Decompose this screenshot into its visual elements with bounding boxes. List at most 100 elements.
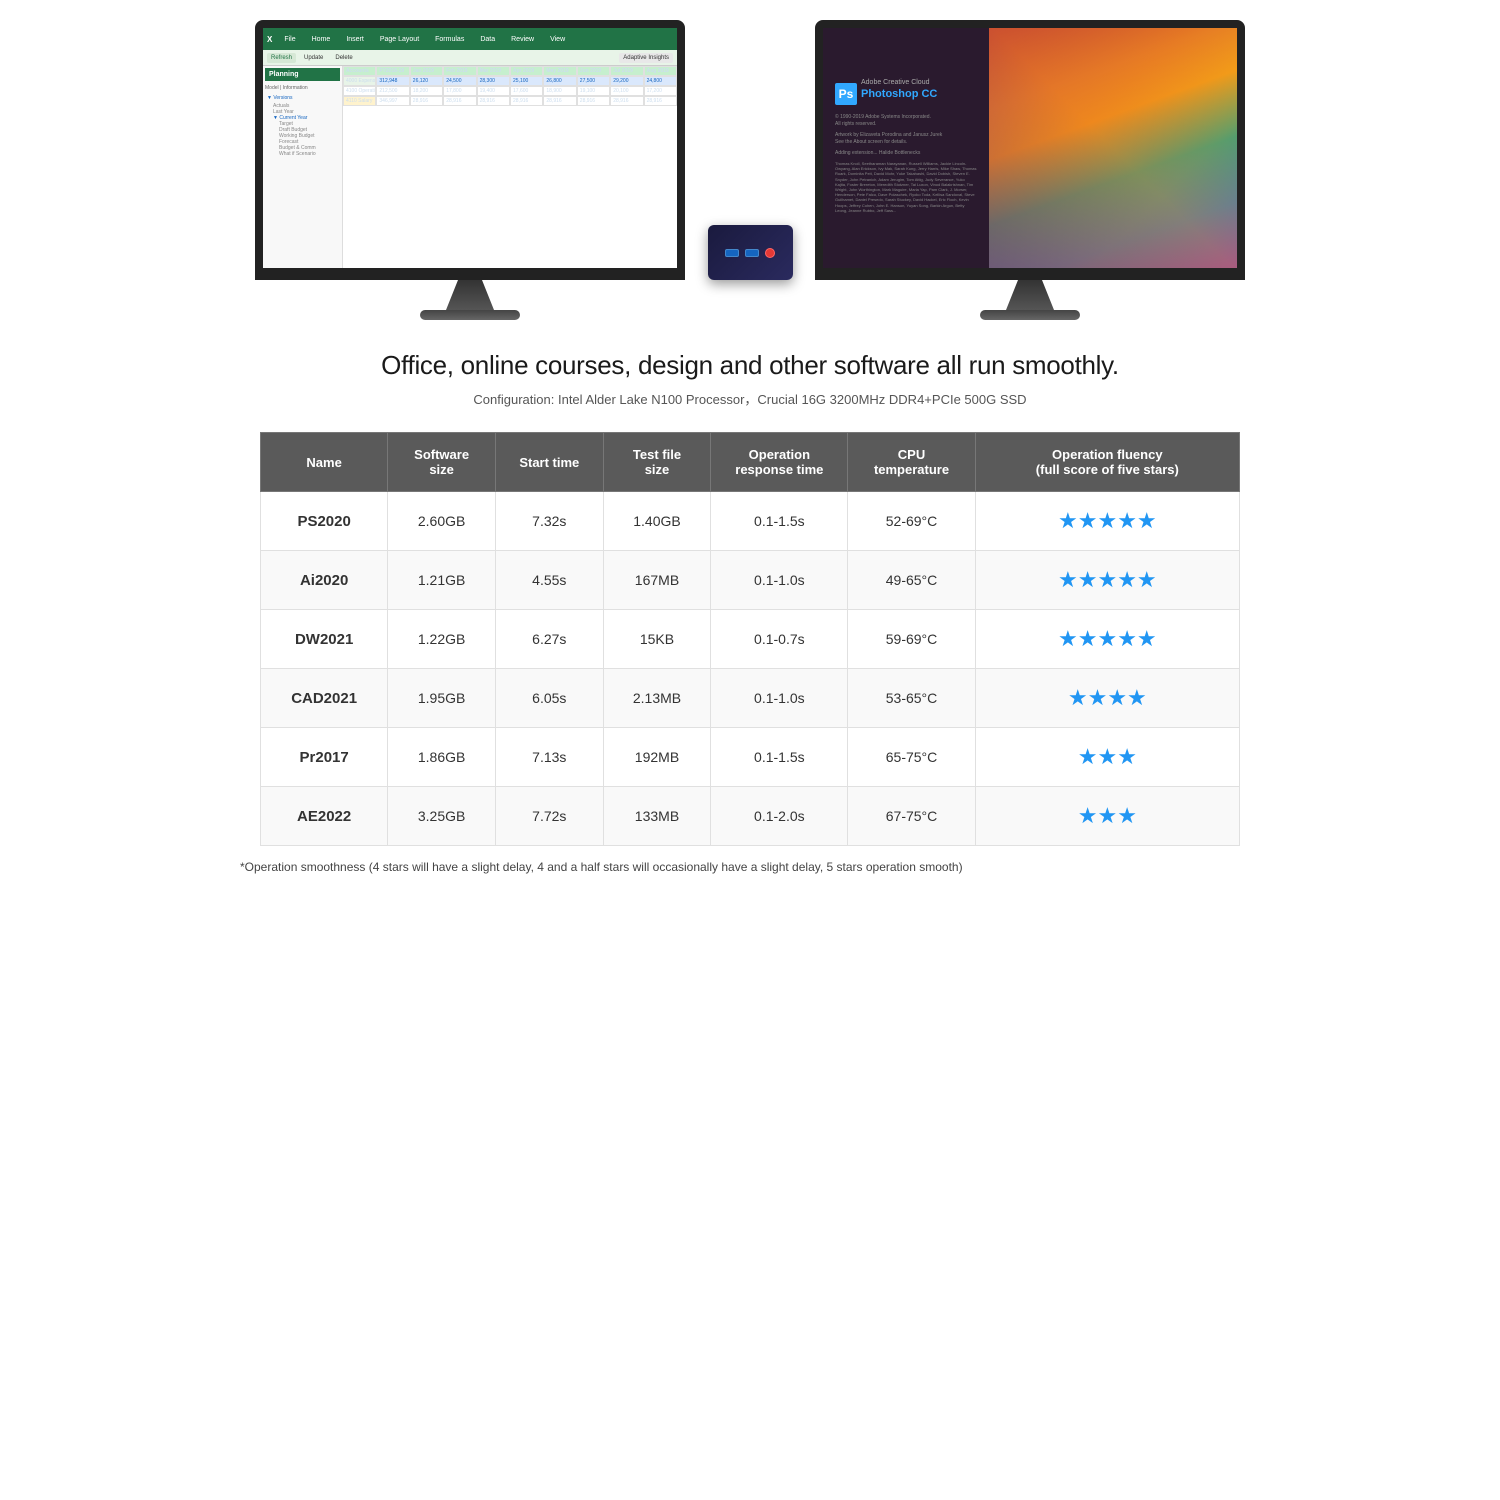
cell-software-size: 1.22GB bbox=[388, 610, 496, 669]
cell-r1c5: 28,300 bbox=[477, 76, 510, 86]
left-monitor-screen: X File Home Insert Page Layout Formulas … bbox=[255, 20, 685, 280]
th-test-file: Test filesize bbox=[603, 433, 711, 492]
table-row: Ai2020 1.21GB 4.55s 167MB 0.1-1.0s 49-65… bbox=[261, 551, 1240, 610]
cell-r1c2: 312,948 bbox=[376, 76, 409, 86]
ps-left-panel: Ps Adobe Creative Cloud Photoshop CC © 1… bbox=[823, 28, 989, 268]
ps-artwork: Artwork by Elizaveta Porodina and Janusz… bbox=[835, 132, 977, 146]
table-row: AE2022 3.25GB 7.72s 133MB 0.1-2.0s 67-75… bbox=[261, 787, 1240, 846]
cell-r2c2: 212,500 bbox=[376, 86, 409, 96]
ps-image-overlay bbox=[989, 28, 1237, 268]
excel-tab-review: Review bbox=[507, 34, 538, 45]
left-monitor-base bbox=[420, 310, 520, 320]
cell-r2c9: 20,100 bbox=[610, 86, 643, 96]
star-full: ★ bbox=[1088, 685, 1108, 710]
cell-h9: Jul 2019 bbox=[610, 66, 643, 76]
star-full: ★ bbox=[1078, 803, 1098, 828]
power-button bbox=[765, 248, 775, 258]
star-full: ★ bbox=[1117, 626, 1137, 651]
star-full: ★ bbox=[1127, 685, 1147, 710]
star-full: ★ bbox=[1117, 567, 1137, 592]
excel-tab-file: File bbox=[280, 34, 299, 45]
cell-r3c3: 28,916 bbox=[410, 96, 443, 106]
excel-main: Accounts FY2018-19 Jan 2019 Feb 2019 Mar… bbox=[343, 66, 677, 268]
cell-op-response: 0.1-1.5s bbox=[711, 728, 848, 787]
sidebar-what-if: What if Scenario bbox=[265, 151, 340, 157]
cell-cpu-temp: 65-75°C bbox=[848, 728, 975, 787]
cell-r2c10: 17,200 bbox=[644, 86, 677, 96]
cell-h6: Apr 2019 bbox=[510, 66, 543, 76]
cell-name: AE2022 bbox=[261, 787, 388, 846]
adobe-logo-area: Ps Adobe Creative Cloud Photoshop CC bbox=[835, 79, 977, 108]
cell-r2c5: 19,400 bbox=[477, 86, 510, 96]
cell-r3c7: 28,916 bbox=[543, 96, 576, 106]
table-wrapper: Name Softwaresize Start time Test filesi… bbox=[220, 432, 1280, 846]
mini-pc-body bbox=[708, 225, 793, 280]
cell-test-file: 15KB bbox=[603, 610, 711, 669]
cell-test-file: 167MB bbox=[603, 551, 711, 610]
cell-r2c6: 17,600 bbox=[510, 86, 543, 96]
cell-h10: Aug 2019 bbox=[644, 66, 677, 76]
excel-tab-view: View bbox=[546, 34, 569, 45]
cell-name: Pr2017 bbox=[261, 728, 388, 787]
cell-h1: Accounts bbox=[343, 66, 376, 76]
table-row: PS2020 2.60GB 7.32s 1.40GB 0.1-1.5s 52-6… bbox=[261, 492, 1240, 551]
cell-r3c6: 28,916 bbox=[510, 96, 543, 106]
star-full: ★ bbox=[1107, 685, 1127, 710]
adobe-text: Adobe Creative Cloud Photoshop CC bbox=[861, 79, 937, 108]
cell-software-size: 1.21GB bbox=[388, 551, 496, 610]
cell-stars: ★★★★★ bbox=[975, 551, 1239, 610]
table-row: DW2021 1.22GB 6.27s 15KB 0.1-0.7s 59-69°… bbox=[261, 610, 1240, 669]
star-full: ★ bbox=[1117, 803, 1137, 828]
star-full: ★ bbox=[1117, 508, 1137, 533]
cell-r3c10: 28,916 bbox=[644, 96, 677, 106]
cell-software-size: 1.86GB bbox=[388, 728, 496, 787]
cell-r2c1: 4100 Operating bbox=[343, 86, 376, 96]
cell-h4: Feb 2019 bbox=[443, 66, 476, 76]
cell-r1c10: 24,800 bbox=[644, 76, 677, 86]
excel-grid: Accounts FY2018-19 Jan 2019 Feb 2019 Mar… bbox=[343, 66, 677, 106]
cell-op-response: 0.1-1.0s bbox=[711, 551, 848, 610]
cell-h8: Jun 2019 bbox=[577, 66, 610, 76]
excel-logo: X bbox=[267, 35, 272, 44]
cell-r2c4: 17,800 bbox=[443, 86, 476, 96]
star-full: ★ bbox=[1058, 508, 1078, 533]
star-full: ★ bbox=[1058, 626, 1078, 651]
excel-tab-page: Page Layout bbox=[376, 34, 423, 45]
photoshop-mockup: Ps Adobe Creative Cloud Photoshop CC © 1… bbox=[823, 28, 1237, 268]
cell-r1c9: 29,200 bbox=[610, 76, 643, 86]
excel-mockup: X File Home Insert Page Layout Formulas … bbox=[263, 28, 677, 268]
star-full: ★ bbox=[1078, 567, 1098, 592]
cell-cpu-temp: 53-65°C bbox=[848, 669, 975, 728]
excel-toolbar: X File Home Insert Page Layout Formulas … bbox=[263, 28, 677, 50]
table-row: CAD2021 1.95GB 6.05s 2.13MB 0.1-1.0s 53-… bbox=[261, 669, 1240, 728]
cell-r3c4: 28,916 bbox=[443, 96, 476, 106]
excel-tab-insert: Insert bbox=[342, 34, 368, 45]
cell-h7: May 2019 bbox=[543, 66, 576, 76]
cell-r1c3: 26,120 bbox=[410, 76, 443, 86]
star-full: ★ bbox=[1058, 567, 1078, 592]
cell-r1c4: 24,500 bbox=[443, 76, 476, 86]
cell-r3c5: 28,916 bbox=[477, 96, 510, 106]
cell-software-size: 2.60GB bbox=[388, 492, 496, 551]
delete-btn: Delete bbox=[331, 53, 356, 63]
star-full: ★ bbox=[1097, 508, 1117, 533]
cell-test-file: 192MB bbox=[603, 728, 711, 787]
star-full: ★ bbox=[1097, 626, 1117, 651]
excel-tab-home: Home bbox=[308, 34, 335, 45]
cell-test-file: 2.13MB bbox=[603, 669, 711, 728]
right-monitor-screen: Ps Adobe Creative Cloud Photoshop CC © 1… bbox=[815, 20, 1245, 280]
headline-section: Office, online courses, design and other… bbox=[220, 330, 1280, 432]
footnote: *Operation smoothness (4 stars will have… bbox=[220, 846, 1280, 892]
right-monitor-base bbox=[980, 310, 1080, 320]
table-body: PS2020 2.60GB 7.32s 1.40GB 0.1-1.5s 52-6… bbox=[261, 492, 1240, 846]
cell-stars: ★★★ bbox=[975, 787, 1239, 846]
cell-r1c7: 26,800 bbox=[543, 76, 576, 86]
th-software-size: Softwaresize bbox=[388, 433, 496, 492]
cell-op-response: 0.1-1.5s bbox=[711, 492, 848, 551]
cell-name: PS2020 bbox=[261, 492, 388, 551]
usb-port-2 bbox=[745, 249, 759, 257]
cell-op-response: 0.1-0.7s bbox=[711, 610, 848, 669]
cell-cpu-temp: 59-69°C bbox=[848, 610, 975, 669]
excel-tab-data: Data bbox=[476, 34, 499, 45]
table-header-row: Name Softwaresize Start time Test filesi… bbox=[261, 433, 1240, 492]
